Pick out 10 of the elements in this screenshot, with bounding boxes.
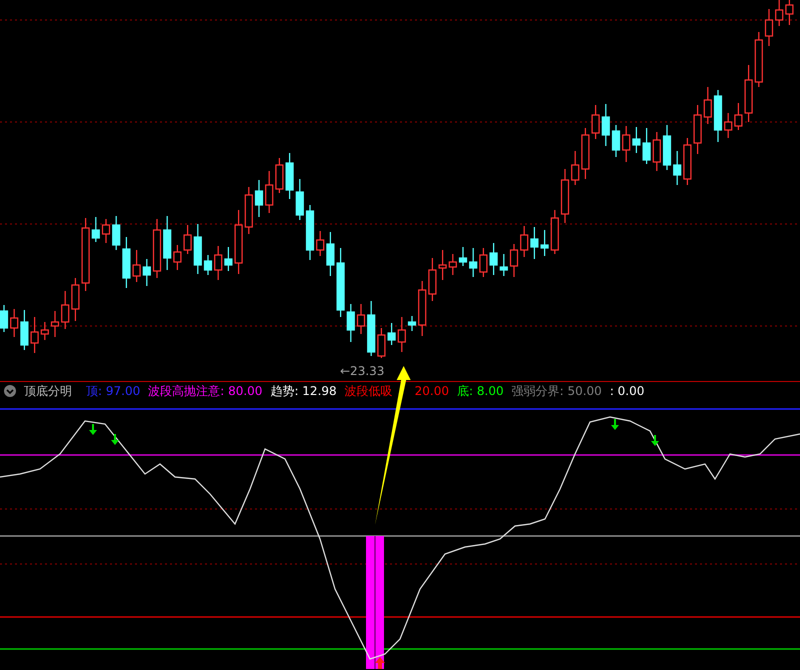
indicator-name: 顶底分明 (24, 382, 72, 398)
legend-value: 波段低吸 (344, 382, 393, 398)
legend-value: 顶: 97.00 (86, 382, 140, 398)
legend-value: 波段高抛注意: 80.00 (148, 382, 262, 398)
legend-value: 20.00 (414, 382, 450, 398)
legend-value: 趋势: 12.98 (270, 382, 337, 398)
low-price-label: ←23.33 (340, 364, 384, 378)
legend-value: 强弱分界: 50.00 (512, 382, 602, 398)
legend-value: : 0.00 (610, 382, 644, 398)
legend-value: 底: 8.00 (457, 382, 504, 398)
